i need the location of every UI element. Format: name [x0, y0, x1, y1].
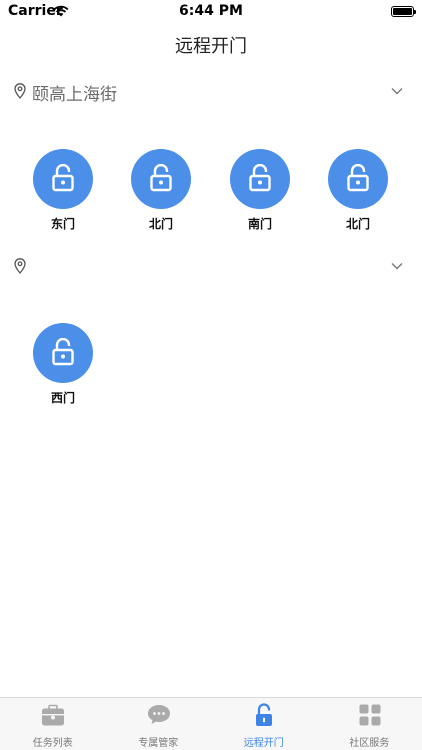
door-north[interactable]: 北门 — [129, 149, 193, 232]
tab-label: 任务列表 — [32, 738, 73, 749]
door-label: 北门 — [148, 217, 173, 231]
door-open-button[interactable] — [33, 149, 93, 209]
clock: 6:44 PM — [179, 3, 243, 19]
door-west[interactable]: 西门 — [31, 323, 95, 406]
unlock-icon — [52, 164, 74, 192]
community-selector[interactable] — [0, 252, 422, 282]
unlock-icon — [52, 338, 74, 366]
door-open-button[interactable] — [131, 149, 191, 209]
community-name: 颐高上海街 — [32, 85, 117, 105]
door-east[interactable]: 东门 — [31, 149, 95, 232]
door-north-2[interactable]: 北门 — [326, 149, 390, 232]
unlock-icon — [150, 164, 172, 192]
door-south[interactable]: 南门 — [228, 149, 292, 232]
community-selector[interactable]: 颐高上海街 — [0, 78, 422, 108]
tab-remote-door[interactable]: 远程开门 — [211, 698, 317, 750]
tab-label: 专属管家 — [138, 738, 179, 749]
door-open-button[interactable] — [230, 149, 290, 209]
unlock-icon — [249, 164, 271, 192]
briefcase-icon — [42, 704, 64, 726]
door-label: 西门 — [50, 391, 75, 405]
tab-task-list[interactable]: 任务列表 — [0, 698, 106, 750]
tab-label: 远程开门 — [243, 738, 284, 749]
location-pin-icon — [14, 258, 26, 274]
page-title: 远程开门 — [175, 36, 247, 57]
tab-label: 社区服务 — [349, 738, 390, 749]
chevron-down-icon[interactable] — [390, 259, 404, 273]
unlock-icon — [256, 703, 272, 726]
door-label: 北门 — [345, 217, 370, 231]
chevron-down-icon[interactable] — [390, 84, 404, 98]
door-label: 南门 — [247, 217, 272, 231]
battery-icon — [391, 6, 416, 17]
unlock-icon — [347, 164, 369, 192]
door-open-button[interactable] — [33, 323, 93, 383]
grid-icon — [359, 704, 380, 726]
chat-bubbles-icon — [147, 705, 170, 724]
location-pin-icon — [14, 83, 26, 99]
tab-butler[interactable]: 专属管家 — [106, 698, 212, 750]
tab-bar: 任务列表 专属管家 远程开门 社区服务 — [0, 697, 422, 750]
door-open-button[interactable] — [328, 149, 388, 209]
status-bar: Carrier 6:44 PM — [0, 0, 422, 24]
tab-community-service[interactable]: 社区服务 — [317, 698, 422, 750]
door-label: 东门 — [50, 217, 75, 231]
